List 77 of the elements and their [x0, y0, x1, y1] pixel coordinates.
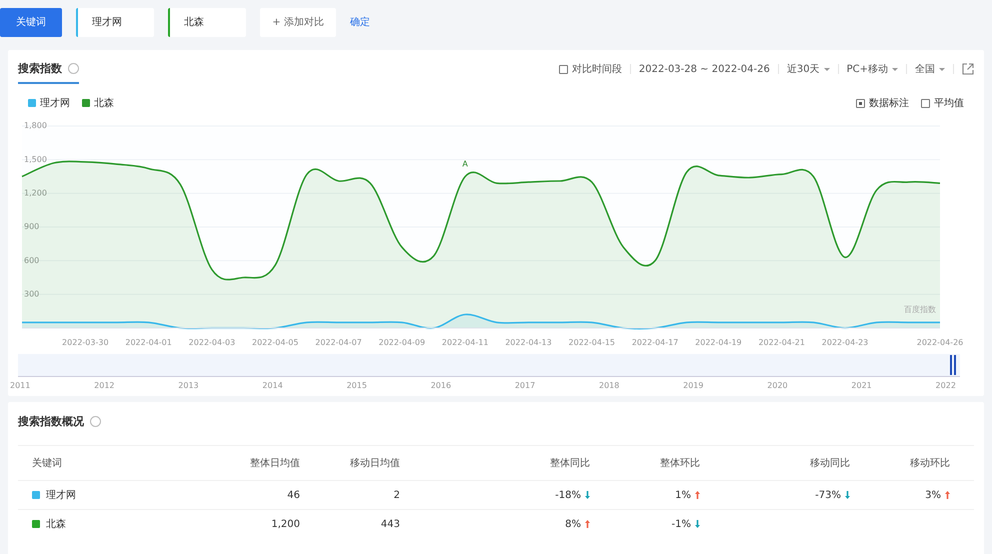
year-label: 2014 [262, 381, 283, 390]
column-header: 移动环比 [910, 456, 950, 470]
x-tick-label: 2022-04-23 [822, 338, 868, 347]
year-label: 2022 [936, 381, 956, 390]
data-annotation[interactable]: A [462, 160, 468, 168]
y-tick-label: 600 [24, 256, 40, 265]
x-tick-label: 2022-03-30 [62, 338, 109, 347]
panel-title: 搜索指数 [18, 60, 62, 76]
add-compare-button[interactable]: + 添加对比 [260, 8, 336, 36]
keyword-button[interactable]: 关键词 [0, 8, 62, 36]
checkbox-label: 对比时间段 [572, 62, 622, 76]
checkbox[interactable] [856, 98, 865, 108]
x-tick-label: 2022-04-15 [568, 338, 616, 347]
date-range-picker[interactable]: 2022-03-28 ~ 2022-04-26 [638, 64, 770, 74]
period-dropdown[interactable]: 近30天 [786, 62, 820, 76]
x-tick-label: 2022-04-05 [252, 338, 298, 347]
change-value: 3% [925, 490, 941, 500]
x-tick-label: 2022-04-11 [442, 338, 488, 347]
change-value: 8% [565, 518, 581, 530]
chart-credit: 百度指数 [904, 305, 936, 314]
x-tick-label: 2022-04-03 [188, 338, 236, 347]
device-dropdown[interactable]: PC+移动 [846, 62, 888, 76]
caret-icon [824, 68, 830, 70]
checkbox-label: 平均值 [934, 97, 964, 110]
year-label: 2020 [767, 381, 788, 390]
x-tick-label: 2022-04-17 [632, 338, 678, 347]
table-cell: 1,200 [271, 518, 300, 530]
year-label: 2019 [683, 381, 704, 390]
x-tick-label: 2022-04-01 [125, 338, 172, 347]
year-label: 2015 [346, 381, 367, 390]
column-header: 移动日均值 [350, 457, 400, 470]
change-value: 1% [675, 490, 691, 500]
checkbox-label: 数据标注 [869, 96, 909, 110]
caret-icon [892, 68, 898, 70]
confirm-link[interactable]: 确定 [350, 15, 370, 29]
change-value: -1% [672, 518, 691, 530]
x-tick-label: 2022-04-09 [378, 338, 426, 347]
year-label: 2016 [430, 381, 452, 390]
keyword-name: 北森 [46, 518, 66, 531]
legend-label[interactable]: 理才网 [40, 96, 70, 110]
x-tick-label: 2022-04-21 [758, 338, 805, 347]
x-tick-label: 2022-04-13 [505, 338, 552, 347]
column-header: 整体同比 [550, 456, 590, 470]
column-header: 整体环比 [660, 456, 700, 470]
x-tick-label: 2022-04-19 [695, 338, 742, 347]
export-icon[interactable] [962, 63, 974, 75]
table-cell: 443 [380, 518, 400, 530]
year-label: 2018 [598, 381, 620, 390]
table-cell: 2 [394, 490, 400, 500]
keyword-field[interactable]: 理才网 [76, 8, 154, 36]
region-dropdown[interactable]: 全国 [915, 62, 935, 76]
keyword-field[interactable]: 北森 [168, 8, 246, 36]
y-tick-label: 1,800 [24, 121, 47, 130]
caret-icon [939, 68, 945, 70]
change-value: -18% [555, 490, 581, 500]
table-cell: 46 [287, 490, 300, 500]
column-header: 整体日均值 [250, 457, 300, 470]
keyword-name: 理才网 [46, 488, 76, 502]
year-label: 2017 [514, 381, 536, 390]
checkbox[interactable] [921, 98, 930, 108]
year-label: 2012 [94, 381, 114, 390]
x-tick-label: 2022-04-26 [916, 338, 964, 347]
section-title: 搜索指数概况 [18, 414, 84, 429]
y-tick-label: 1,500 [24, 154, 47, 164]
legend-label[interactable]: 北森 [94, 96, 114, 110]
year-label: 2011 [10, 381, 30, 390]
x-tick-label: 2022-04-07 [315, 338, 362, 347]
y-tick-label: 900 [24, 222, 40, 232]
brush-handle[interactable] [950, 355, 956, 375]
change-value: -73% [815, 490, 841, 500]
y-tick-label: 300 [24, 290, 40, 299]
y-tick-label: 1,200 [24, 188, 47, 198]
column-header: 移动同比 [810, 456, 850, 470]
year-label: 2021 [851, 381, 872, 390]
year-label: 2013 [178, 381, 199, 390]
checkbox[interactable] [558, 64, 568, 74]
column-header: 关键词 [32, 456, 62, 470]
